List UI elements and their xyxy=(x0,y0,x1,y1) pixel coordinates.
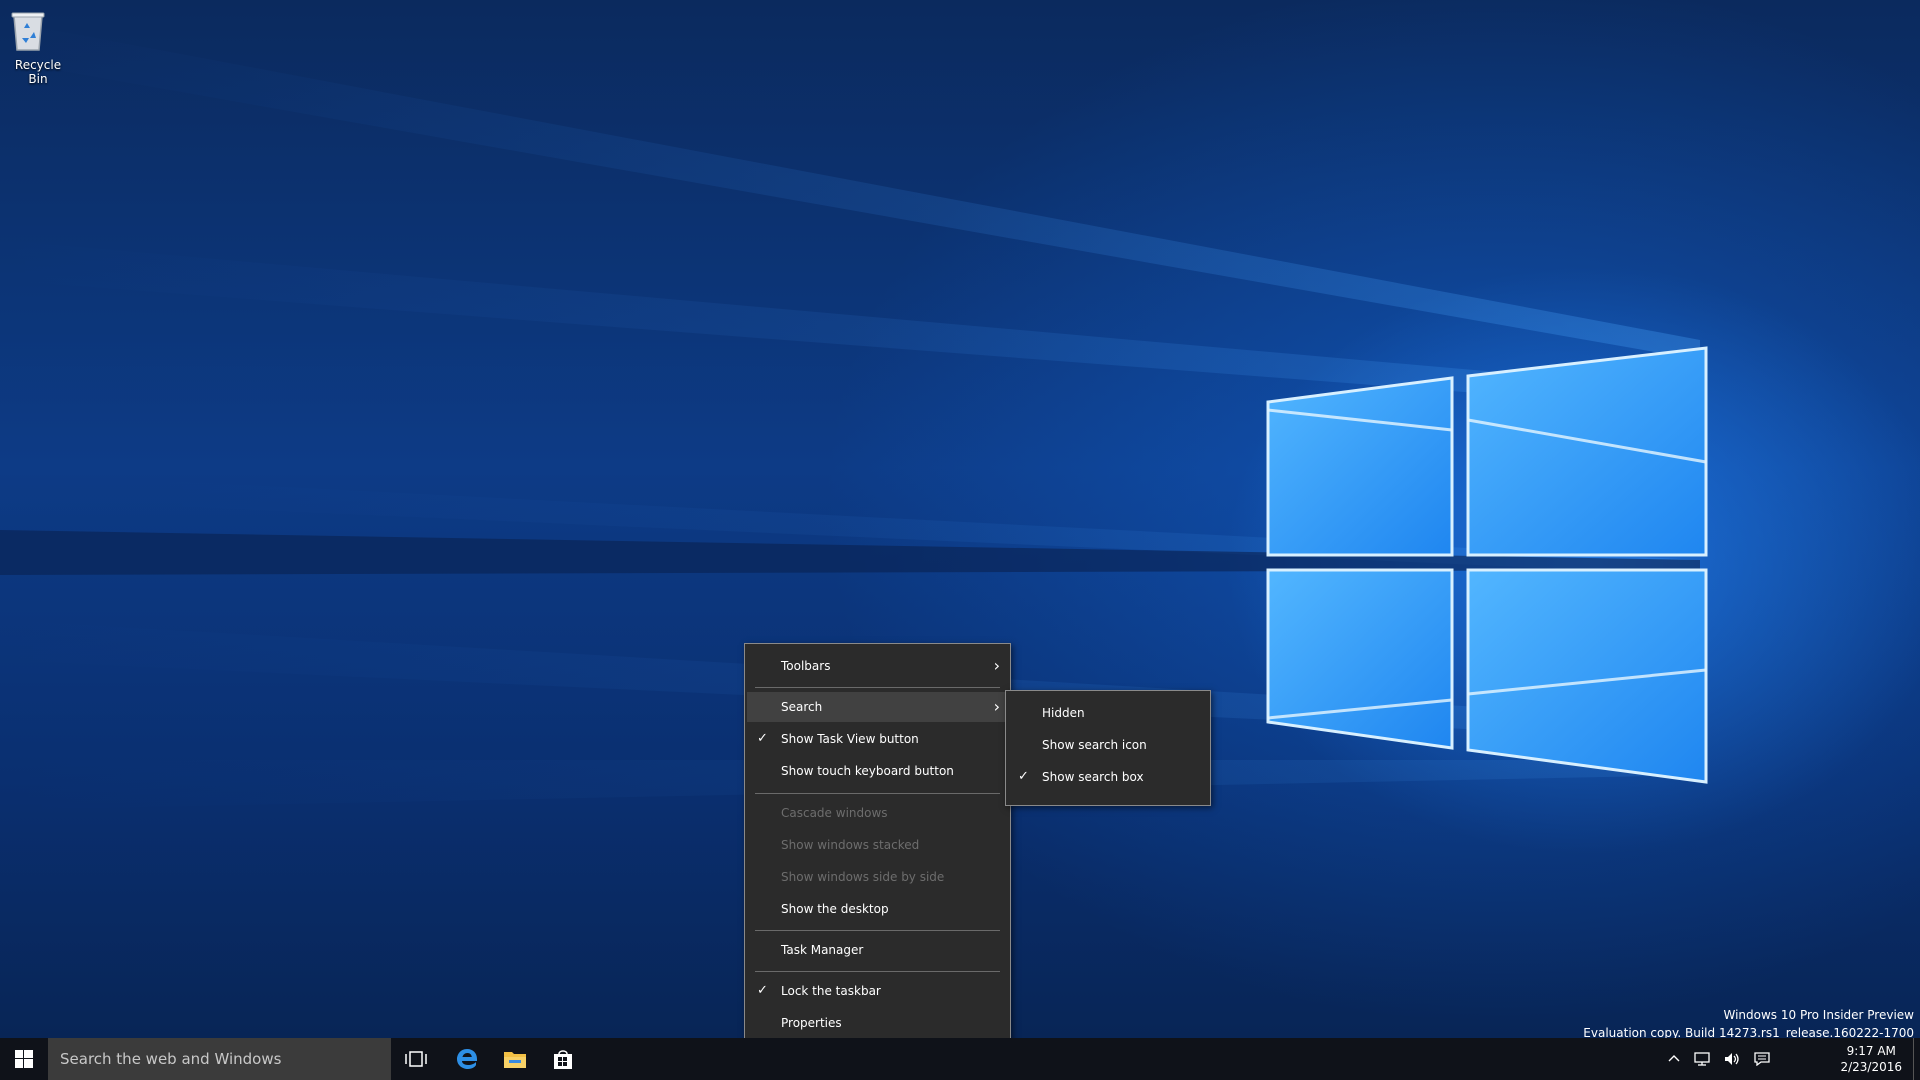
taskbar-search-box[interactable]: Search the web and Windows xyxy=(48,1038,391,1080)
task-view-button[interactable] xyxy=(392,1038,440,1080)
recycle-bin-icon xyxy=(11,6,62,54)
menu-item-side-by-side: Show windows side by side xyxy=(747,862,1008,892)
checkmark-icon: ✓ xyxy=(1018,769,1029,784)
menu-item-label: Show search icon xyxy=(1042,738,1147,752)
menu-item-label: Toolbars xyxy=(781,659,831,673)
store-button[interactable] xyxy=(539,1038,587,1080)
chevron-up-icon[interactable] xyxy=(1668,1053,1680,1065)
menu-separator xyxy=(755,687,1000,688)
edge-icon xyxy=(457,1049,477,1069)
menu-item-cascade-windows: Cascade windows xyxy=(747,798,1008,828)
clock-date: 2/23/2016 xyxy=(1840,1060,1902,1074)
submenu-item-show-search-box[interactable]: ✓ Show search box xyxy=(1008,762,1208,792)
menu-separator xyxy=(755,971,1000,972)
task-view-icon xyxy=(405,1051,427,1067)
evaluation-watermark: Windows 10 Pro Insider Preview Evaluatio… xyxy=(1583,1006,1914,1038)
taskbar: Search the web and Windows 9:17 AM 2/23/… xyxy=(0,1038,1920,1080)
menu-item-label: Properties xyxy=(781,1016,842,1030)
menu-item-show-task-view[interactable]: ✓ Show Task View button xyxy=(747,724,1008,754)
menu-item-toolbars[interactable]: Toolbars › xyxy=(747,651,1008,681)
desktop-icon-recycle-bin[interactable]: Recycle Bin xyxy=(4,6,72,86)
menu-item-label: Show windows side by side xyxy=(781,870,945,884)
menu-item-label: Show Task View button xyxy=(781,732,919,746)
menu-item-lock-taskbar[interactable]: ✓ Lock the taskbar xyxy=(747,976,1008,1006)
start-button[interactable] xyxy=(0,1038,48,1080)
volume-icon[interactable] xyxy=(1724,1052,1740,1066)
menu-item-label: Cascade windows xyxy=(781,806,888,820)
submenu-item-hidden[interactable]: Hidden xyxy=(1008,698,1208,728)
store-icon xyxy=(554,1050,572,1069)
windows-logo-icon xyxy=(15,1050,33,1068)
menu-item-label: Show windows stacked xyxy=(781,838,920,852)
menu-item-label: Search xyxy=(781,700,823,714)
menu-item-search[interactable]: Search › xyxy=(747,692,1008,722)
search-submenu: Hidden Show search icon ✓ Show search bo… xyxy=(1005,690,1211,806)
chevron-right-icon: › xyxy=(993,697,1000,716)
action-center-icon[interactable] xyxy=(1754,1052,1770,1066)
menu-item-task-manager[interactable]: Task Manager xyxy=(747,935,1008,965)
watermark-edition: Windows 10 Pro Insider Preview xyxy=(1723,1008,1914,1022)
desktop-background: Recycle Bin Windows 10 Pro Insider Previ… xyxy=(0,0,1920,1038)
checkmark-icon: ✓ xyxy=(757,983,768,998)
menu-separator xyxy=(755,930,1000,931)
file-explorer-icon xyxy=(504,1052,526,1068)
menu-item-label: Show search box xyxy=(1042,770,1144,784)
menu-item-label: Hidden xyxy=(1042,706,1085,720)
system-tray xyxy=(1668,1038,1770,1080)
chevron-right-icon: › xyxy=(993,656,1000,675)
menu-separator xyxy=(755,793,1000,794)
menu-item-show-desktop[interactable]: Show the desktop xyxy=(747,894,1008,924)
checkmark-icon: ✓ xyxy=(757,731,768,746)
menu-item-properties[interactable]: Properties xyxy=(747,1008,1008,1038)
desktop-icon-label: Recycle Bin xyxy=(14,58,62,86)
clock-time: 9:17 AM xyxy=(1846,1044,1896,1058)
watermark-build: Evaluation copy. Build 14273.rs1_release… xyxy=(1583,1026,1914,1038)
clock[interactable]: 9:17 AM 2/23/2016 xyxy=(1840,1038,1902,1080)
file-explorer-button[interactable] xyxy=(491,1038,539,1080)
menu-item-label: Task Manager xyxy=(781,943,864,957)
network-icon[interactable] xyxy=(1694,1052,1710,1066)
menu-item-label: Lock the taskbar xyxy=(781,984,881,998)
edge-button[interactable] xyxy=(443,1038,491,1080)
menu-item-label: Show the desktop xyxy=(781,902,889,916)
submenu-item-show-search-icon[interactable]: Show search icon xyxy=(1008,730,1208,760)
menu-item-windows-stacked: Show windows stacked xyxy=(747,830,1008,860)
taskbar-context-menu: Toolbars › Search › ✓ Show Task View but… xyxy=(744,643,1011,1038)
menu-item-show-touch-keyboard[interactable]: Show touch keyboard button xyxy=(747,756,1008,786)
show-desktop-button[interactable] xyxy=(1913,1038,1920,1080)
menu-item-label: Show touch keyboard button xyxy=(781,764,954,778)
